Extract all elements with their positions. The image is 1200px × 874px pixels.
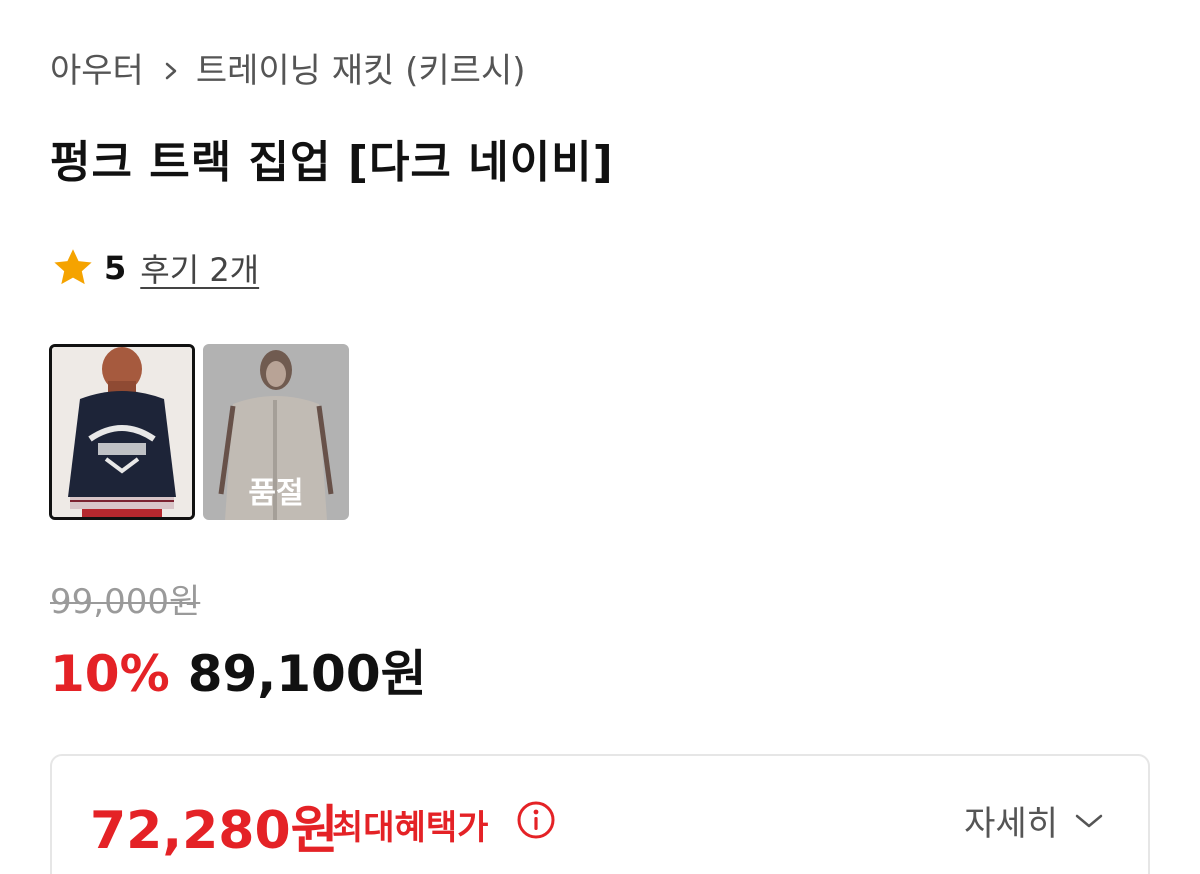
sale-price: 89,100원 — [187, 645, 427, 703]
details-toggle-button[interactable]: 자세히 — [964, 796, 1104, 845]
chevron-down-icon — [1075, 814, 1103, 827]
max-benefit-box: 72,280원 최대혜택가 자세히 — [50, 754, 1150, 874]
product-title: 펑크 트랙 집업 [다크 네이비] — [50, 137, 614, 188]
chevron-right-icon — [164, 60, 178, 80]
product-detail-page: 아우터 트레이닝 재킷 (키르시) 펑크 트랙 집업 [다크 네이비] 5 후기… — [0, 0, 1200, 874]
rating-row: 5 후기 2개 — [50, 244, 259, 292]
navy-jacket-image — [52, 347, 192, 517]
star-icon — [54, 249, 92, 285]
thumbnail-list: 품절 — [49, 344, 349, 520]
reviews-link[interactable]: 후기 2개 — [140, 245, 259, 291]
details-label: 자세히 — [964, 804, 1058, 844]
sold-out-label: 품절 — [248, 476, 304, 511]
discount-rate: 10% — [50, 645, 170, 703]
sale-price-row: 10% 89,100원 — [50, 634, 427, 706]
max-benefit-label: 최대혜택가 — [332, 808, 489, 848]
breadcrumb: 아우터 트레이닝 재킷 (키르시) — [50, 42, 526, 92]
breadcrumb-subcategory[interactable]: 트레이닝 재킷 (키르시) — [196, 43, 526, 92]
thumbnail-beige-jacket[interactable]: 품절 — [203, 344, 349, 520]
max-benefit-price: 72,280원 — [90, 801, 339, 861]
original-price: 99,000원 — [50, 582, 201, 622]
breadcrumb-category[interactable]: 아우터 — [50, 43, 144, 92]
rating-score: 5 — [104, 249, 127, 287]
thumbnail-navy-jacket[interactable] — [49, 344, 195, 520]
info-icon[interactable] — [516, 800, 556, 840]
